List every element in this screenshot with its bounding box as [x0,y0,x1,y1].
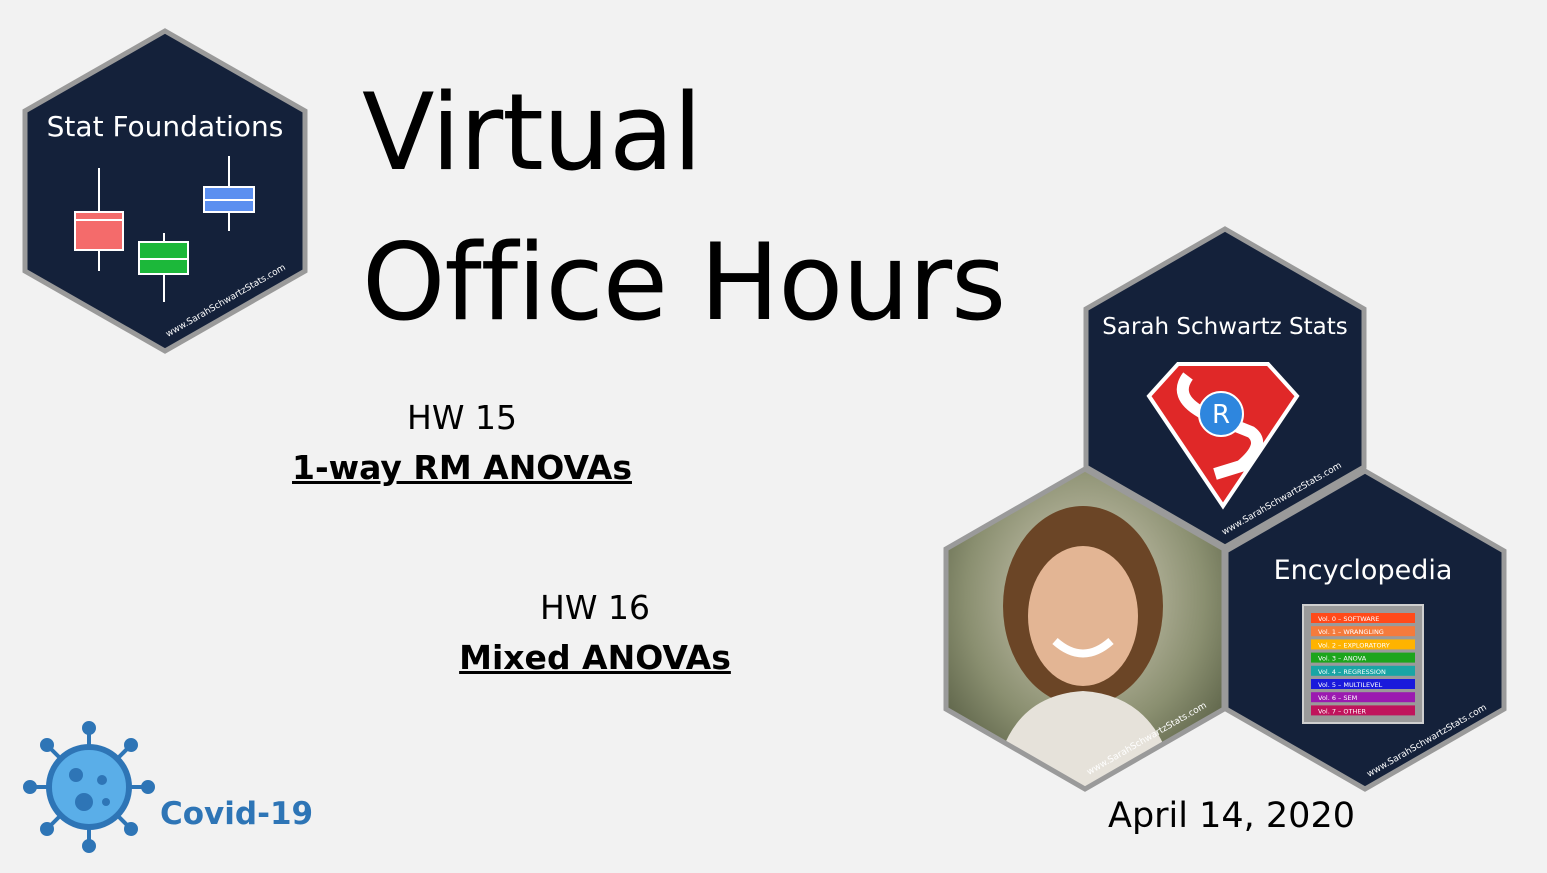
page-title: Virtual Office Hours [362,58,1006,358]
volume-label: Vol. 3 – ANOVA [1318,655,1367,663]
r-badge-text: R [1212,400,1230,430]
hw15-topic: 1-way RM ANOVAs [292,448,632,487]
volume-label: Vol. 4 – REGRESSION [1318,668,1386,676]
sss-label: Sarah Schwartz Stats [1102,314,1347,340]
encyclopedia-label: Encyclopedia [1274,555,1453,586]
title-line-2: Office Hours [362,221,1006,344]
volume-label: Vol. 1 – WRANGLING [1318,628,1384,636]
encyclopedia-logo: Encyclopedia Vol. 0 – SOFTWARE Vol. 1 – W… [1223,468,1507,792]
hw16-number: HW 16 [540,588,650,627]
stat-foundations-logo: Stat Foundations www.SarahSchwartzStats.… [22,28,308,354]
date-label: April 14, 2020 [1108,796,1355,836]
covid-label: Covid-19 [160,796,314,832]
volume-label: Vol. 6 – SEM [1318,694,1357,702]
stat-foundations-label: Stat Foundations [47,110,284,143]
volume-label: Vol. 5 – MULTILEVEL [1318,681,1383,689]
hw16-topic: Mixed ANOVAs [459,638,731,677]
volume-label: Vol. 0 – SOFTWARE [1318,615,1379,623]
portrait-photo: www.SarahSchwartzStats.com [943,466,1227,792]
hw15-number: HW 15 [407,398,517,437]
virus-icon [23,721,155,853]
volume-label: Vol. 2 – EXPLORATORY [1318,641,1390,649]
title-line-1: Virtual [362,71,702,194]
volume-label: Vol. 7 – OTHER [1318,707,1366,715]
